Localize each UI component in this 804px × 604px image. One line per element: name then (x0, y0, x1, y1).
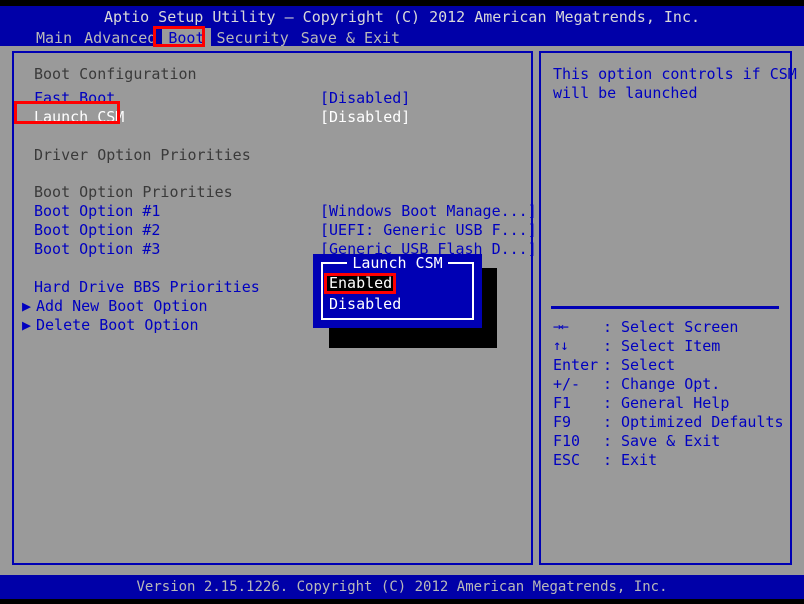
menu-item-security[interactable]: Security (211, 28, 295, 48)
nav-arrow-icon: ↑↓ (553, 337, 568, 356)
menu-item-save-exit[interactable]: Save & Exit (295, 28, 406, 48)
nav-key-separator: : (603, 356, 612, 375)
nav-key-label: ESC (553, 451, 607, 470)
nav-key-separator: : (603, 432, 612, 451)
nav-key-action: Change Opt. (621, 375, 720, 394)
row-value-fast-boot[interactable]: [Disabled] (320, 89, 410, 108)
row-fast-boot[interactable]: Fast Boot (34, 89, 115, 108)
row-boot-configuration: Boot Configuration (34, 65, 197, 84)
menu-item-advanced[interactable]: Advanced (78, 28, 162, 48)
row-boot-option-priorities: Boot Option Priorities (34, 183, 233, 202)
help-description-line: This option controls if CSM (553, 65, 797, 84)
nav-key-separator: : (603, 413, 612, 432)
nav-key-label: F10 (553, 432, 607, 451)
help-divider (551, 306, 779, 309)
nav-key-separator: : (603, 337, 612, 356)
nav-key-action: Select (621, 356, 675, 375)
row-value-boot-option-1[interactable]: [Windows Boot Manage...] (320, 202, 537, 221)
nav-key-action: Select Screen (621, 318, 738, 337)
nav-key-row: F1: General Help (541, 394, 781, 413)
help-panel: This option controls if CSMwill be launc… (539, 51, 792, 565)
popup-option-enabled[interactable]: Enabled (327, 274, 394, 293)
nav-key-row: F10: Save & Exit (541, 432, 781, 451)
menu-bar: MainAdvancedBootSecuritySave & Exit (0, 28, 804, 48)
popup-title: Launch CSM (313, 254, 482, 273)
nav-key-separator: : (603, 451, 612, 470)
footer-version-text: Version 2.15.1226. Copyright (C) 2012 Am… (0, 577, 804, 597)
nav-key-separator: : (603, 318, 612, 337)
nav-key-separator: : (603, 394, 612, 413)
nav-key-action: General Help (621, 394, 729, 413)
row-delete-boot-option[interactable]: Delete Boot Option (36, 316, 199, 335)
nav-key-label: +/- (553, 375, 607, 394)
row-value-boot-option-2[interactable]: [UEFI: Generic USB F...] (320, 221, 537, 240)
header-bar: Aptio Setup Utility – Copyright (C) 2012… (0, 6, 804, 46)
row-value-launch-csm[interactable]: [Disabled] (320, 108, 410, 127)
menu-item-main[interactable]: Main (30, 28, 78, 48)
nav-key-action: Optimized Defaults (621, 413, 784, 432)
popup-option-disabled[interactable]: Disabled (327, 295, 403, 314)
nav-key-row: F9: Optimized Defaults (541, 413, 781, 432)
bottom-black-bar (0, 599, 804, 604)
nav-key-action: Select Item (621, 337, 720, 356)
nav-key-action: Save & Exit (621, 432, 720, 451)
menu-item-boot[interactable]: Boot (162, 28, 210, 48)
nav-key-label: Enter (553, 356, 607, 375)
nav-key-row: ↑↓: Select Item (541, 337, 781, 356)
nav-arrow-icon: →← (553, 318, 568, 337)
footer-bar: Version 2.15.1226. Copyright (C) 2012 Am… (0, 575, 804, 599)
nav-key-row: →←: Select Screen (541, 318, 781, 337)
nav-key-separator: : (603, 375, 612, 394)
nav-key-row: ESC: Exit (541, 451, 781, 470)
row-boot-option-1[interactable]: Boot Option #1 (34, 202, 160, 221)
row-add-new-boot-option[interactable]: Add New Boot Option (36, 297, 208, 316)
row-boot-option-3[interactable]: Boot Option #3 (34, 240, 160, 259)
row-boot-option-2[interactable]: Boot Option #2 (34, 221, 160, 240)
help-description-line: will be launched (553, 84, 698, 103)
nav-key-label: F9 (553, 413, 607, 432)
nav-key-row: +/-: Change Opt. (541, 375, 781, 394)
row-hard-drive-bbs-priorities[interactable]: Hard Drive BBS Priorities (34, 278, 260, 297)
nav-key-action: Exit (621, 451, 657, 470)
app-title: Aptio Setup Utility – Copyright (C) 2012… (0, 7, 804, 27)
nav-key-row: Enter: Select (541, 356, 781, 375)
launch-csm-popup: Launch CSM Enabled Disabled (313, 254, 482, 328)
expand-arrow-icon: ▶ (22, 316, 31, 335)
popup-title-text: Launch CSM (347, 254, 447, 272)
row-launch-csm[interactable]: Launch CSM (34, 108, 124, 127)
bios-setup-screen: Aptio Setup Utility – Copyright (C) 2012… (0, 0, 804, 604)
expand-arrow-icon: ▶ (22, 297, 31, 316)
nav-key-label: F1 (553, 394, 607, 413)
row-driver-option-priorities: Driver Option Priorities (34, 146, 251, 165)
